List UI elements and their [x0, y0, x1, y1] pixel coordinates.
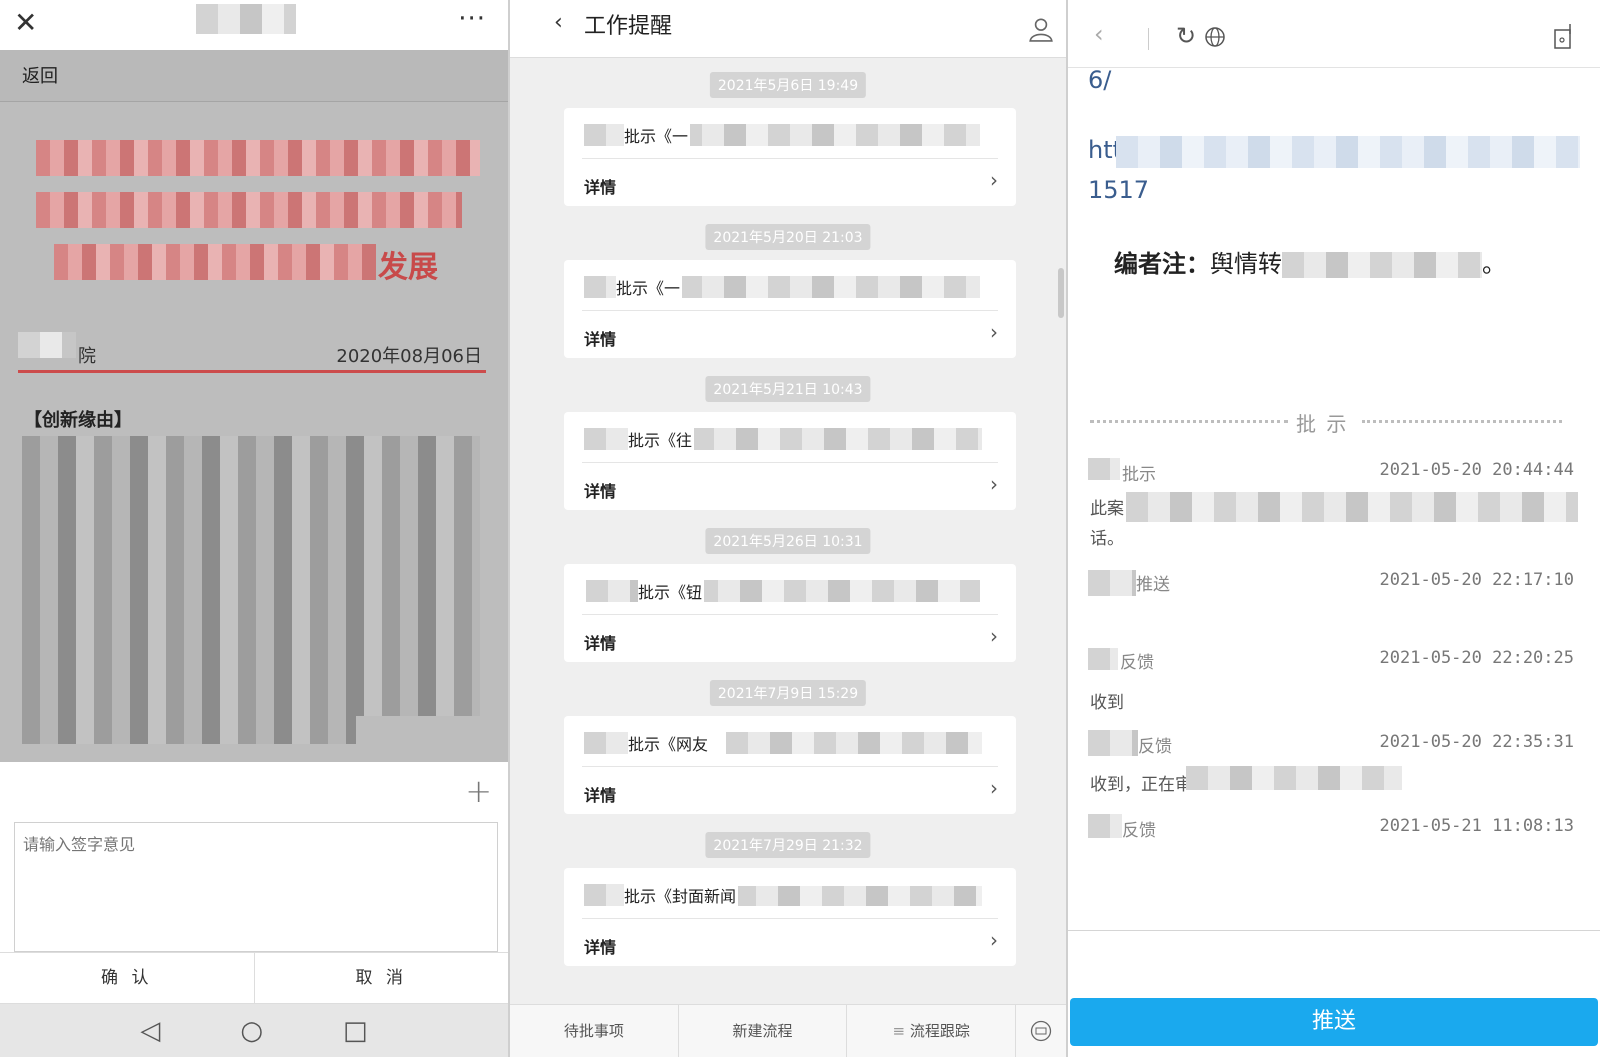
chevron-right-icon: › [990, 168, 998, 192]
add-icon[interactable]: + [465, 772, 492, 810]
globe-icon[interactable] [1204, 26, 1226, 48]
log-body: 收到 [1090, 693, 1124, 713]
redacted-title [196, 4, 296, 34]
action-bar: 确 认 取 消 [0, 952, 508, 1004]
reminder-list[interactable]: 2021年5月6日 19:49 批示《一 详情 › 2021年5月20日 21:… [510, 58, 1066, 1004]
detail-link[interactable]: 详情 [584, 630, 616, 654]
back-bar: 返回 [0, 50, 508, 102]
signature-area: + 确 认 取 消 ◁ ○ □ [0, 762, 508, 1057]
item-title: 批示《钮 [584, 578, 994, 602]
cancel-button[interactable]: 取 消 [255, 953, 509, 1003]
article-detail-panel: ‹ ↻ 6/ htt 1517 编者注：舆情转。 批 示 批示 2021-05-… [1068, 0, 1600, 1057]
redacted-link [1116, 136, 1580, 168]
android-nav-bar: ◁ ○ □ [0, 1004, 508, 1057]
link-text[interactable]: 6/ [1088, 66, 1111, 94]
tab-flow-tracking[interactable]: ≡ 流程跟踪 [847, 1005, 1017, 1057]
list-item[interactable]: 批示《网友 详情 › [564, 716, 1016, 814]
menu-icon: ≡ [892, 1022, 910, 1040]
document-date: 2020年08月06日 [336, 346, 482, 367]
log-label: 反馈 [1138, 737, 1172, 757]
redacted-org [18, 332, 76, 358]
timestamp: 2021年5月20日 21:03 [705, 224, 871, 250]
log-label: 批示 [1122, 465, 1156, 485]
log-time: 2021-05-20 20:44:44 [1379, 460, 1574, 480]
close-icon[interactable]: ✕ [14, 6, 37, 39]
chevron-right-icon: › [990, 776, 998, 800]
link-text[interactable]: 1517 [1088, 176, 1149, 204]
work-reminder-panel: ‹ 工作提醒 2021年5月6日 19:49 批示《一 详情 › 2021年5月… [510, 0, 1068, 1057]
tab-pending[interactable]: 待批事项 [510, 1005, 679, 1057]
log-time: 2021-05-20 22:20:25 [1379, 648, 1574, 668]
home-circle-icon[interactable]: ○ [240, 1016, 263, 1046]
document-approval-panel: ✕ ··· 返回 发展 院 2020年08月06日 【创新缘由】 + 确 认 取… [0, 0, 510, 1057]
comment-input[interactable] [14, 822, 498, 952]
list-item[interactable]: 批示《一 详情 › [564, 260, 1016, 358]
log-time: 2021-05-20 22:35:31 [1379, 732, 1574, 752]
headline-tail: 发展 [378, 250, 438, 285]
list-item[interactable]: 批示《往 详情 › [564, 412, 1016, 510]
share-icon[interactable] [1552, 22, 1574, 50]
detail-link[interactable]: 详情 [584, 174, 616, 198]
item-title: 批示《一 [584, 122, 994, 146]
timestamp: 2021年5月26日 10:31 [705, 528, 871, 554]
chevron-right-icon: › [990, 320, 998, 344]
detail-link[interactable]: 详情 [584, 478, 616, 502]
redacted-headline-line [54, 244, 376, 280]
tab-new-flow[interactable]: 新建流程 [679, 1005, 848, 1057]
detail-link[interactable]: 详情 [584, 326, 616, 350]
page-title: 工作提醒 [584, 14, 673, 39]
log-body: 收到，正在审 [1090, 775, 1192, 795]
confirm-button[interactable]: 确 认 [0, 953, 255, 1003]
redacted-body [22, 714, 356, 744]
section-heading: 【创新缘由】 [24, 410, 132, 431]
redacted-body [22, 436, 480, 716]
timestamp: 2021年5月21日 10:43 [705, 376, 871, 402]
list-item[interactable]: 批示《一 详情 › [564, 108, 1016, 206]
log-label: 反馈 [1122, 821, 1156, 841]
log-body: 话。 [1090, 529, 1124, 549]
chevron-right-icon: › [990, 624, 998, 648]
chevron-right-icon: › [990, 928, 998, 952]
timestamp: 2021年7月29日 21:32 [705, 832, 871, 858]
log-time: 2021-05-21 11:08:13 [1379, 816, 1574, 836]
push-button[interactable]: 推送 [1070, 998, 1598, 1046]
keyboard-icon[interactable] [1016, 1005, 1066, 1057]
redacted-headline-line [36, 140, 480, 176]
approval-divider-label: 批 示 [1292, 408, 1353, 437]
item-title: 批示《封面新闻 [584, 882, 994, 906]
recents-square-icon[interactable]: □ [343, 1016, 368, 1046]
browser-toolbar: ‹ ↻ [1068, 0, 1600, 68]
header: ‹ 工作提醒 [510, 0, 1066, 58]
timestamp: 2021年5月6日 19:49 [709, 72, 867, 98]
top-bar: ✕ ··· [0, 0, 508, 50]
scrollbar[interactable] [1058, 268, 1064, 318]
back-button[interactable]: 返回 [22, 62, 58, 88]
refresh-icon[interactable]: ↻ [1176, 22, 1196, 50]
log-body: 此案 [1090, 499, 1124, 519]
editor-note: 编者注：舆情转。 [1114, 250, 1506, 278]
document-preview: 发展 院 2020年08月06日 【创新缘由】 [0, 102, 508, 762]
item-title: 批示《一 [584, 274, 994, 298]
more-options-icon[interactable]: ··· [458, 4, 486, 34]
back-triangle-icon[interactable]: ◁ [140, 1016, 160, 1046]
user-icon[interactable] [1028, 16, 1054, 42]
log-time: 2021-05-20 22:17:10 [1379, 570, 1574, 590]
org-label: 院 [78, 346, 96, 367]
redacted-headline-line [36, 192, 462, 228]
item-title: 批示《往 [584, 426, 994, 450]
back-chevron-icon[interactable]: ‹ [554, 10, 563, 35]
log-label: 反馈 [1120, 653, 1154, 673]
detail-link[interactable]: 详情 [584, 934, 616, 958]
detail-link[interactable]: 详情 [584, 782, 616, 806]
back-chevron-icon[interactable]: ‹ [1094, 20, 1104, 48]
red-divider [18, 370, 486, 373]
log-label: 推送 [1136, 575, 1170, 595]
bottom-tab-bar: 待批事项 新建流程 ≡ 流程跟踪 [510, 1004, 1066, 1057]
timestamp: 2021年7月9日 15:29 [709, 680, 867, 706]
list-item[interactable]: 批示《封面新闻 详情 › [564, 868, 1016, 966]
list-item[interactable]: 批示《钮 详情 › [564, 564, 1016, 662]
item-title: 批示《网友 [584, 730, 994, 754]
chevron-right-icon: › [990, 472, 998, 496]
